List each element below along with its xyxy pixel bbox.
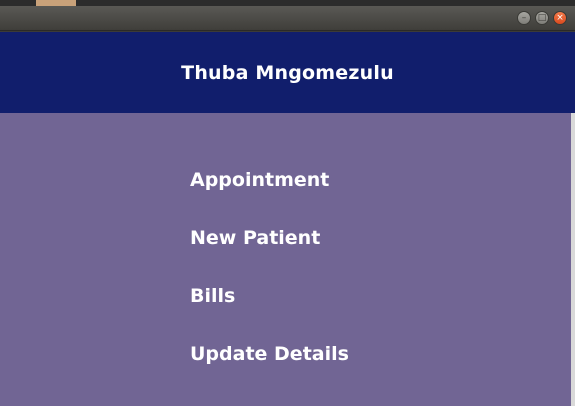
page-title: Thuba Mngomezulu bbox=[181, 61, 394, 84]
scrollbar[interactable] bbox=[571, 113, 575, 406]
main-menu: Appointment New Patient Bills Update Det… bbox=[0, 113, 571, 406]
menu-item-new-patient[interactable]: New Patient bbox=[190, 227, 320, 249]
maximize-icon[interactable]: □ bbox=[535, 11, 549, 25]
close-icon[interactable]: × bbox=[553, 11, 567, 25]
window-titlebar[interactable]: – □ × bbox=[0, 6, 575, 31]
menu-item-appointment[interactable]: Appointment bbox=[190, 169, 329, 191]
menu-item-update-details[interactable]: Update Details bbox=[190, 343, 349, 365]
minimize-icon[interactable]: – bbox=[517, 11, 531, 25]
menu-item-bills[interactable]: Bills bbox=[190, 285, 235, 307]
app-header: Thuba Mngomezulu bbox=[0, 32, 575, 113]
